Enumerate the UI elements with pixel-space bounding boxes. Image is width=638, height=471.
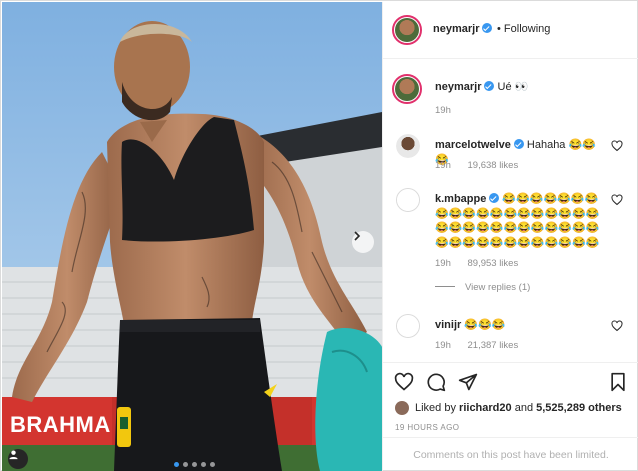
comments-limited-notice: Comments on this post have been limited. [383,437,638,471]
caption: neymarjr Ué 👀 19h [383,74,638,118]
carousel-dot [210,462,215,467]
comment-time[interactable]: 19h [435,160,451,171]
caption-time[interactable]: 19h [435,105,451,116]
carousel-next-button[interactable] [352,231,374,253]
comment-item: marcelotwelve Hahaha 😂😂😂 19h 19,638 like… [383,134,638,174]
author-username-row: neymarjr [433,23,493,35]
comment-text-row: vinijr 😂😂😂 [435,318,607,333]
carousel-dot-active [174,462,179,467]
carousel-dot [192,462,197,467]
comment-username[interactable]: marcelotwelve [435,139,511,151]
replies-divider [435,286,455,287]
verified-badge-icon [484,81,495,91]
post-image-art [2,2,382,471]
liked-by-row[interactable]: Liked by riichard20 and 5,525,289 others [395,401,622,415]
verified-badge-icon [482,23,493,33]
comment-meta: 19h 21,387 likes [435,340,532,351]
comment-avatar[interactable] [396,188,420,212]
caption-text-row: neymarjr Ué 👀 [435,80,607,95]
tagged-user-icon[interactable] [8,449,28,469]
comment-text-row: k.mbappe 😂😂😂😂😂😂😂😂😂😂😂😂😂😂😂😂😂😂😂😂😂😂😂😂😂😂😂😂😂😂😂… [435,192,607,250]
comment-like-heart-icon[interactable] [611,194,623,206]
ad-board-text: BRAHMA [10,412,111,437]
view-replies-label: View replies (1) [465,282,531,293]
post-timestamp[interactable]: 19 HOURS AGO [395,423,459,432]
carousel-dot [183,462,188,467]
verified-badge-icon [513,139,524,149]
person-icon [9,450,18,460]
liked-by-count[interactable]: 5,525,289 others [536,402,622,414]
comment-item: vinijr 😂😂😂 19h 21,387 likes [383,314,638,354]
instagram-post-modal: BRAHMA neymarjr • Following neymarjr Ué … [0,0,638,471]
comment-likes[interactable]: 89,953 likes [468,258,519,269]
comment-item: k.mbappe 😂😂😂😂😂😂😂😂😂😂😂😂😂😂😂😂😂😂😂😂😂😂😂😂😂😂😂😂😂😂😂… [383,188,638,298]
liker-avatar [395,401,409,415]
liked-by-user[interactable]: riichard20 [459,402,512,414]
liked-by-and: and [514,402,534,414]
comment-icon[interactable] [426,372,446,392]
chevron-right-icon [354,231,361,241]
comment-meta: 19h 19,638 likes [435,160,532,171]
comment-text: 😂😂😂 [464,319,506,331]
comment-username[interactable]: k.mbappe [435,193,486,205]
comment-avatar[interactable] [396,314,420,338]
comment-meta: 19h 89,953 likes [435,258,532,269]
comment-likes[interactable]: 21,387 likes [468,340,519,351]
view-replies-button[interactable]: View replies (1) [435,282,530,293]
verified-badge-icon [489,193,500,203]
comment-time[interactable]: 19h [435,340,451,351]
caption-text: Ué 👀 [497,81,529,93]
post-actions: Liked by riichard20 and 5,525,289 others… [383,362,638,471]
post-header: neymarjr • Following [383,2,638,59]
comment-like-heart-icon[interactable] [611,320,623,332]
liked-by-prefix: Liked by [415,402,456,414]
author-avatar[interactable] [392,15,422,45]
caption-avatar[interactable] [392,74,422,104]
comment-avatar[interactable] [396,134,420,158]
comments-list[interactable]: neymarjr Ué 👀 19h marcelotwelve Hahaha 😂… [383,60,638,365]
comment-username[interactable]: vinijr [435,319,461,331]
caption-meta: 19h [435,105,465,116]
post-side-panel: neymarjr • Following neymarjr Ué 👀 19h m… [382,2,638,471]
caption-username[interactable]: neymarjr [435,81,481,93]
comment-time[interactable]: 19h [435,258,451,269]
share-icon[interactable] [458,372,478,392]
carousel-indicator [174,462,215,467]
bookmark-icon[interactable] [608,372,628,392]
following-button[interactable]: • Following [497,23,550,35]
comment-likes[interactable]: 19,638 likes [468,160,519,171]
author-username[interactable]: neymarjr [433,23,479,35]
comment-like-heart-icon[interactable] [611,140,623,152]
post-photo[interactable]: BRAHMA [2,2,382,471]
carousel-dot [201,462,206,467]
heart-icon[interactable] [394,372,414,392]
